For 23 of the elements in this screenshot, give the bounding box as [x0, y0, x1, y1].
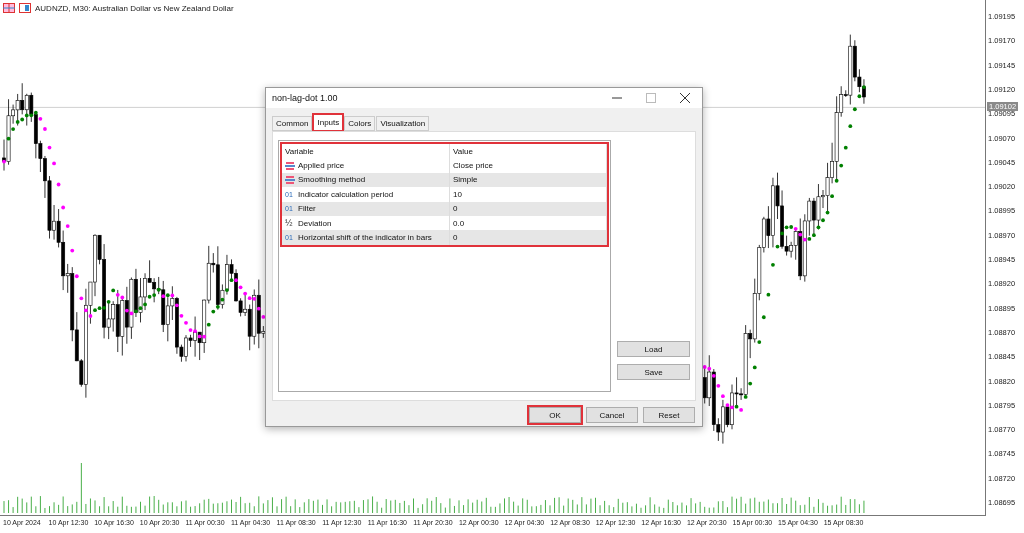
value-cell[interactable]: 10: [450, 187, 607, 202]
close-icon[interactable]: [680, 93, 690, 103]
maximize-icon[interactable]: [646, 93, 656, 103]
chart-window-icon[interactable]: [19, 3, 31, 13]
dialog-button[interactable]: Cancel: [586, 407, 638, 423]
chart-grid-icon[interactable]: [3, 3, 15, 13]
dialog-button[interactable]: Reset: [643, 407, 695, 423]
value-cell[interactable]: 0: [450, 230, 607, 245]
dialog-tab[interactable]: Colors: [344, 116, 376, 131]
side-button[interactable]: Load: [617, 341, 690, 357]
list-icon: [285, 175, 295, 184]
variable-cell[interactable]: Applied price: [282, 158, 450, 173]
value-cell[interactable]: 0: [450, 201, 607, 216]
dialog-button[interactable]: OK: [529, 407, 581, 423]
type-glyph: ½: [285, 218, 294, 229]
side-button[interactable]: Save: [617, 364, 690, 380]
dialog-title: non-lag-dot 1.00: [272, 93, 339, 103]
value-cell[interactable]: Close price: [450, 158, 607, 173]
dialog-tab[interactable]: Inputs: [313, 114, 344, 131]
chart-title: AUDNZD, M30: Australian Dollar vs New Zealand Dollar: [35, 3, 234, 13]
list-icon: [285, 161, 295, 170]
dialog-tab[interactable]: Common: [272, 116, 313, 131]
dialog-tab[interactable]: Visualization: [376, 116, 430, 131]
